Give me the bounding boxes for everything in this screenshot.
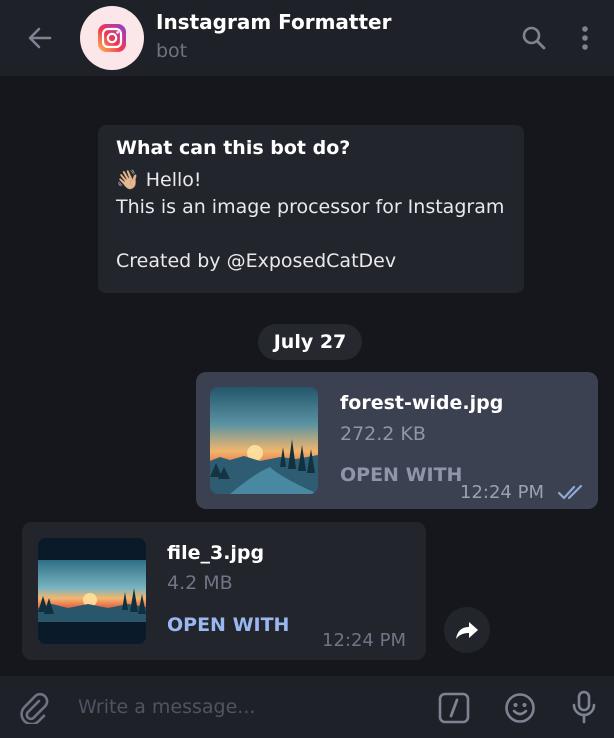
bot-info-credit: Created by @ExposedCatDev [116, 250, 397, 272]
file-name: file_3.jpg [167, 542, 265, 564]
instagram-logo-icon [98, 24, 126, 52]
file-thumbnail[interactable] [38, 538, 146, 644]
message-input[interactable] [78, 692, 408, 722]
open-with-button[interactable]: OPEN WITH [167, 614, 289, 636]
bot-info-spacer [116, 221, 506, 248]
chat-subtitle: bot [156, 40, 188, 62]
sunset-image [38, 538, 146, 644]
bot-info-description: This is an image processor for Instagram [116, 196, 505, 218]
chat-title[interactable]: Instagram Formatter [156, 10, 391, 34]
arrow-left-icon [28, 27, 52, 49]
forward-button[interactable] [444, 607, 490, 653]
file-size: 272.2 KB [340, 423, 426, 445]
bot-info-card: What can this bot do? 👋🏼 Hello! This is … [98, 125, 524, 293]
microphone-icon [572, 690, 596, 724]
forward-icon [456, 622, 478, 639]
bot-info-greeting: 👋🏼 Hello! [116, 167, 506, 194]
bot-commands-button[interactable] [436, 690, 472, 726]
message-time: 12:24 PM [322, 630, 406, 651]
attach-button[interactable] [16, 690, 52, 726]
slash-command-icon [438, 692, 470, 724]
more-menu-button[interactable] [570, 20, 600, 56]
file-name: forest-wide.jpg [340, 392, 504, 414]
back-button[interactable] [20, 18, 60, 58]
paperclip-icon [20, 692, 49, 724]
search-button[interactable] [516, 20, 552, 56]
double-check-icon [558, 484, 583, 500]
date-separator: July 27 [258, 324, 362, 360]
file-size: 4.2 MB [167, 572, 233, 594]
open-with-button[interactable]: OPEN WITH [340, 464, 462, 486]
bot-info-title: What can this bot do? [116, 137, 351, 159]
emoji-button[interactable] [502, 690, 538, 726]
greeting-text: Hello! [145, 169, 202, 191]
more-vertical-icon [582, 26, 588, 50]
message-composer [0, 676, 614, 738]
chat-header: Instagram Formatter bot [0, 0, 614, 76]
incoming-file-message[interactable]: file_3.jpg 4.2 MB OPEN WITH 12:24 PM [22, 522, 426, 660]
voice-message-button[interactable] [566, 688, 602, 726]
forest-image [210, 387, 318, 494]
file-thumbnail[interactable] [210, 387, 318, 494]
search-icon [522, 26, 546, 50]
waving-hand-emoji: 👋🏼 [116, 169, 140, 191]
message-time: 12:24 PM [460, 482, 544, 503]
bot-avatar[interactable] [80, 6, 144, 70]
outgoing-file-message[interactable]: forest-wide.jpg 272.2 KB OPEN WITH 12:24… [196, 372, 598, 509]
smiley-icon [505, 693, 535, 723]
